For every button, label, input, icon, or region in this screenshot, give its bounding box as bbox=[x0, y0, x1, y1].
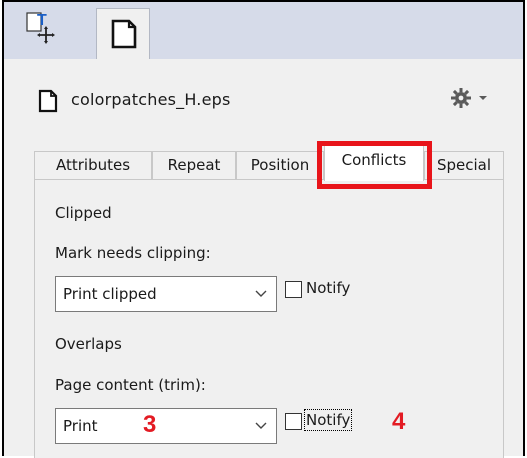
overlaps-notify-checkbox[interactable] bbox=[285, 413, 302, 430]
text-tool-button[interactable]: T bbox=[24, 7, 69, 55]
tab-repeat[interactable]: Repeat bbox=[152, 151, 236, 180]
tab-bar: Attributes Repeat Position Conflicts Spe… bbox=[4, 129, 523, 181]
mark-clipping-select-value: Print clipped bbox=[63, 285, 157, 303]
mark-clipping-select[interactable]: Print clipped bbox=[55, 276, 277, 312]
page-content-trim-label: Page content (trim): bbox=[55, 376, 206, 394]
chevron-down-icon bbox=[255, 290, 267, 297]
chevron-down-icon bbox=[255, 422, 267, 429]
tab-position[interactable]: Position bbox=[236, 151, 324, 180]
file-icon bbox=[38, 89, 58, 113]
file-name: colorpatches_H.eps bbox=[71, 90, 231, 109]
overlaps-notify-label[interactable]: Notify bbox=[303, 409, 353, 431]
tab-special[interactable]: Special bbox=[424, 151, 504, 180]
tool-toolbar: T bbox=[4, 2, 523, 60]
mark-needs-clipping-label: Mark needs clipping: bbox=[55, 244, 211, 262]
document-icon bbox=[111, 19, 137, 49]
conflicts-panel-window: T colorpatches_H.eps Attributes Repeat P… bbox=[2, 0, 525, 458]
document-tool-button[interactable] bbox=[96, 8, 150, 59]
clipped-notify-label[interactable]: Notify bbox=[306, 279, 350, 297]
clipped-notify-checkbox[interactable] bbox=[285, 281, 302, 298]
conflicts-tab-highlight bbox=[317, 141, 432, 189]
chevron-down-icon bbox=[479, 96, 487, 100]
clipped-section-label: Clipped bbox=[55, 204, 112, 222]
svg-text:T: T bbox=[37, 12, 47, 29]
callout-3: 3 bbox=[143, 411, 157, 438]
overlaps-section-label: Overlaps bbox=[55, 335, 122, 353]
callout-4: 4 bbox=[392, 408, 406, 435]
gear-icon[interactable] bbox=[450, 86, 494, 110]
page-content-select[interactable]: Print bbox=[55, 408, 277, 444]
file-header: colorpatches_H.eps bbox=[4, 59, 523, 129]
conflicts-tab-panel: Clipped Mark needs clipping: Print clipp… bbox=[34, 179, 504, 458]
text-placement-icon: T bbox=[26, 12, 55, 44]
page-content-select-value: Print bbox=[63, 417, 98, 435]
tab-attributes[interactable]: Attributes bbox=[34, 151, 152, 180]
